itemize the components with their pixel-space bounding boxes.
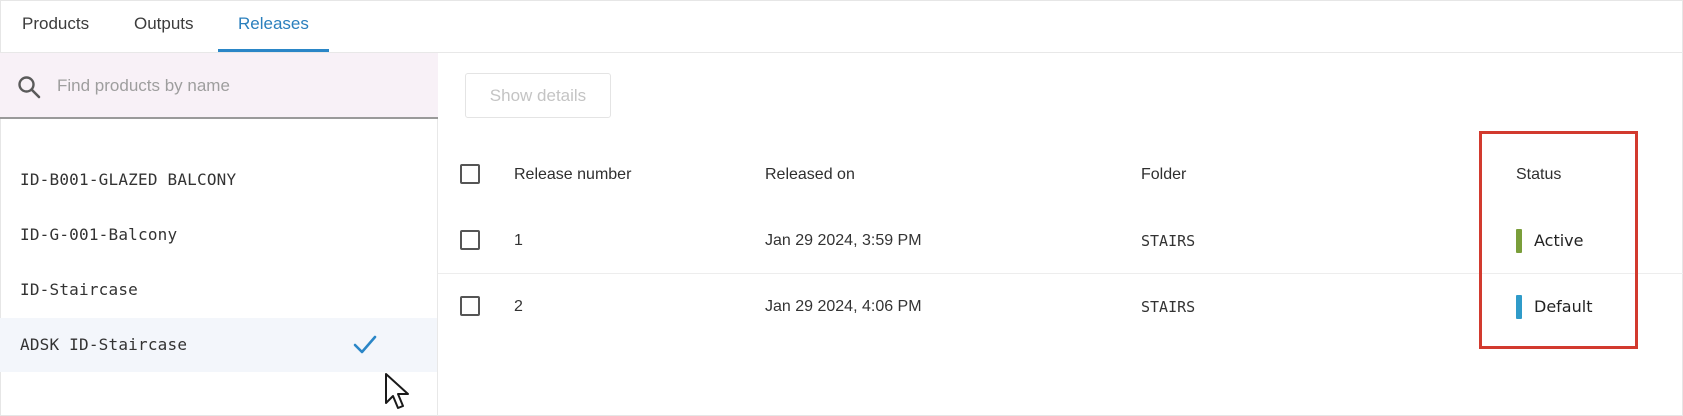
header-release-number[interactable]: Release number (514, 141, 631, 209)
tab-outputs[interactable]: Outputs (114, 0, 214, 52)
row-checkbox[interactable] (460, 230, 480, 250)
search-input[interactable] (55, 65, 419, 107)
product-name: ID-B001-GLAZED BALCONY (20, 170, 237, 189)
select-all-checkbox[interactable] (460, 164, 480, 184)
show-details-button[interactable]: Show details (465, 73, 611, 118)
product-name: ADSK ID-Staircase (20, 335, 188, 354)
header-released-on[interactable]: Released on (765, 141, 855, 209)
product-item[interactable]: ID-Staircase (0, 263, 437, 317)
folder: STAIRS (1141, 232, 1196, 250)
folder: STAIRS (1141, 298, 1196, 316)
status-indicator (1516, 229, 1522, 253)
table-row[interactable]: 2 Jan 29 2024, 4:06 PM STAIRS Default (438, 274, 1683, 340)
table-header: Release number Released on Folder Status (438, 141, 1683, 209)
search-box (0, 53, 438, 119)
table-row[interactable]: 1 Jan 29 2024, 3:59 PM STAIRS Active (438, 209, 1683, 274)
mouse-cursor-icon (385, 373, 409, 409)
status-indicator (1516, 295, 1522, 319)
status-text: Active (1534, 231, 1584, 250)
product-item[interactable]: ID-B001-GLAZED BALCONY (0, 153, 437, 207)
tab-bar: Products Outputs Releases (0, 0, 1683, 53)
released-on: Jan 29 2024, 4:06 PM (765, 298, 922, 315)
header-status[interactable]: Status (1516, 141, 1561, 209)
search-icon (18, 76, 41, 99)
tab-releases[interactable]: Releases (218, 0, 329, 52)
status-text: Default (1534, 297, 1593, 316)
product-name: ID-Staircase (20, 280, 138, 299)
product-item[interactable]: ID-G-001-Balcony (0, 208, 437, 262)
release-number: 2 (514, 298, 523, 315)
releases-panel: Show details Release number Released on … (438, 53, 1683, 416)
row-checkbox[interactable] (460, 296, 480, 316)
products-sidebar: ID-B001-GLAZED BALCONY ID-G-001-Balcony … (0, 53, 438, 416)
product-item-selected[interactable]: ADSK ID-Staircase (0, 318, 437, 372)
release-number: 1 (514, 232, 523, 249)
tab-products[interactable]: Products (2, 0, 109, 52)
product-name: ID-G-001-Balcony (20, 225, 178, 244)
header-folder[interactable]: Folder (1141, 141, 1186, 209)
released-on: Jan 29 2024, 3:59 PM (765, 232, 922, 249)
check-icon (353, 335, 377, 354)
